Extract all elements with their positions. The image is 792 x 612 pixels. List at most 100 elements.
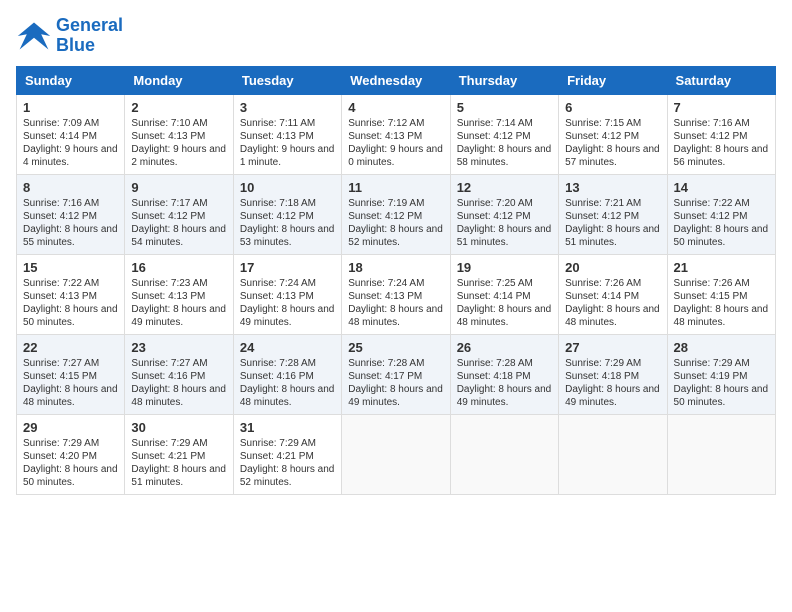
day-info: Sunrise: 7:29 AM xyxy=(240,437,335,450)
day-info: Sunset: 4:18 PM xyxy=(457,370,552,383)
day-info: Daylight: 8 hours and 51 minutes. xyxy=(131,463,226,489)
day-info: Sunrise: 7:27 AM xyxy=(131,357,226,370)
week-row-3: 15Sunrise: 7:22 AMSunset: 4:13 PMDayligh… xyxy=(17,254,776,334)
day-number: 14 xyxy=(674,180,769,195)
day-number: 10 xyxy=(240,180,335,195)
day-info: Daylight: 8 hours and 49 minutes. xyxy=(131,303,226,329)
calendar-header-row: SundayMondayTuesdayWednesdayThursdayFrid… xyxy=(17,66,776,94)
day-info: Sunrise: 7:22 AM xyxy=(23,277,118,290)
day-number: 6 xyxy=(565,100,660,115)
day-info: Sunrise: 7:14 AM xyxy=(457,117,552,130)
day-info: Sunrise: 7:29 AM xyxy=(131,437,226,450)
day-cell-27: 27 Sunrise: 7:29 AMSunset: 4:18 PMDayligh… xyxy=(559,334,667,414)
day-cell-12: 12Sunrise: 7:20 AMSunset: 4:12 PMDayligh… xyxy=(450,174,558,254)
day-info: Sunrise: 7:29 AM xyxy=(674,357,769,370)
day-info: Sunrise: 7:29 AM xyxy=(23,437,118,450)
day-info: Sunrise: 7:28 AM xyxy=(240,357,335,370)
empty-cell xyxy=(342,414,450,494)
day-info: Sunset: 4:15 PM xyxy=(674,290,769,303)
day-cell-19: 19Sunrise: 7:25 AMSunset: 4:14 PMDayligh… xyxy=(450,254,558,334)
day-info: Daylight: 8 hours and 49 minutes. xyxy=(348,383,443,409)
day-number: 29 xyxy=(23,420,118,435)
day-number: 19 xyxy=(457,260,552,275)
day-number: 25 xyxy=(348,340,443,355)
day-cell-21: 21Sunrise: 7:26 AMSunset: 4:15 PMDayligh… xyxy=(667,254,775,334)
day-info: Daylight: 8 hours and 50 minutes. xyxy=(23,463,118,489)
day-info: Daylight: 8 hours and 55 minutes. xyxy=(23,223,118,249)
day-info: Daylight: 8 hours and 52 minutes. xyxy=(240,463,335,489)
logo-text: General Blue xyxy=(56,16,123,56)
logo-icon xyxy=(16,18,52,54)
day-info: Sunset: 4:13 PM xyxy=(348,290,443,303)
day-info: Daylight: 8 hours and 49 minutes. xyxy=(565,383,660,409)
day-info: Sunrise: 7:21 AM xyxy=(565,197,660,210)
day-info: Sunrise: 7:29 AM xyxy=(565,357,660,370)
column-header-sunday: Sunday xyxy=(17,66,125,94)
day-info: Sunset: 4:21 PM xyxy=(131,450,226,463)
day-cell-10: 10Sunrise: 7:18 AMSunset: 4:12 PMDayligh… xyxy=(233,174,341,254)
day-info: Sunrise: 7:28 AM xyxy=(457,357,552,370)
day-number: 2 xyxy=(131,100,226,115)
day-info: Sunrise: 7:20 AM xyxy=(457,197,552,210)
day-info: Daylight: 9 hours and 2 minutes. xyxy=(131,143,226,169)
day-info: Daylight: 8 hours and 48 minutes. xyxy=(565,303,660,329)
day-info: Sunset: 4:14 PM xyxy=(23,130,118,143)
day-info: Sunset: 4:12 PM xyxy=(674,210,769,223)
day-number: 28 xyxy=(674,340,769,355)
day-info: Sunrise: 7:26 AM xyxy=(565,277,660,290)
day-cell-17: 17Sunrise: 7:24 AMSunset: 4:13 PMDayligh… xyxy=(233,254,341,334)
page-header: General Blue xyxy=(16,16,776,56)
day-info: Sunrise: 7:25 AM xyxy=(457,277,552,290)
day-info: Daylight: 8 hours and 54 minutes. xyxy=(131,223,226,249)
day-info: Sunset: 4:12 PM xyxy=(23,210,118,223)
day-info: Sunrise: 7:28 AM xyxy=(348,357,443,370)
day-info: Sunset: 4:14 PM xyxy=(457,290,552,303)
day-number: 11 xyxy=(348,180,443,195)
day-cell-3: 3Sunrise: 7:11 AMSunset: 4:13 PMDaylight… xyxy=(233,94,341,174)
day-info: Sunset: 4:13 PM xyxy=(23,290,118,303)
day-info: Daylight: 8 hours and 57 minutes. xyxy=(565,143,660,169)
week-row-5: 29Sunrise: 7:29 AMSunset: 4:20 PMDayligh… xyxy=(17,414,776,494)
day-info: Sunset: 4:12 PM xyxy=(240,210,335,223)
day-info: Sunrise: 7:23 AM xyxy=(131,277,226,290)
day-info: Sunrise: 7:10 AM xyxy=(131,117,226,130)
day-number: 13 xyxy=(565,180,660,195)
day-number: 24 xyxy=(240,340,335,355)
day-cell-29: 29 Sunrise: 7:29 AMSunset: 4:20 PMDayligh… xyxy=(17,414,125,494)
column-header-friday: Friday xyxy=(559,66,667,94)
week-row-2: 8Sunrise: 7:16 AMSunset: 4:12 PMDaylight… xyxy=(17,174,776,254)
day-info: Daylight: 8 hours and 58 minutes. xyxy=(457,143,552,169)
day-info: Sunrise: 7:17 AM xyxy=(131,197,226,210)
day-cell-13: 13Sunrise: 7:21 AMSunset: 4:12 PMDayligh… xyxy=(559,174,667,254)
day-info: Daylight: 8 hours and 51 minutes. xyxy=(457,223,552,249)
day-cell-23: 23Sunrise: 7:27 AMSunset: 4:16 PMDayligh… xyxy=(125,334,233,414)
day-cell-24: 24Sunrise: 7:28 AMSunset: 4:16 PMDayligh… xyxy=(233,334,341,414)
day-info: Daylight: 8 hours and 48 minutes. xyxy=(674,303,769,329)
day-info: Sunset: 4:12 PM xyxy=(565,130,660,143)
week-row-4: 22Sunrise: 7:27 AMSunset: 4:15 PMDayligh… xyxy=(17,334,776,414)
day-cell-9: 9Sunrise: 7:17 AMSunset: 4:12 PMDaylight… xyxy=(125,174,233,254)
day-cell-15: 15Sunrise: 7:22 AMSunset: 4:13 PMDayligh… xyxy=(17,254,125,334)
day-info: Sunset: 4:17 PM xyxy=(348,370,443,383)
day-cell-1: 1Sunrise: 7:09 AMSunset: 4:14 PMDaylight… xyxy=(17,94,125,174)
day-cell-16: 16Sunrise: 7:23 AMSunset: 4:13 PMDayligh… xyxy=(125,254,233,334)
day-info: Daylight: 8 hours and 49 minutes. xyxy=(457,383,552,409)
day-number: 12 xyxy=(457,180,552,195)
column-header-wednesday: Wednesday xyxy=(342,66,450,94)
day-cell-22: 22Sunrise: 7:27 AMSunset: 4:15 PMDayligh… xyxy=(17,334,125,414)
day-number: 27 xyxy=(565,340,660,355)
day-info: Sunset: 4:12 PM xyxy=(457,130,552,143)
day-number: 20 xyxy=(565,260,660,275)
day-number: 4 xyxy=(348,100,443,115)
day-number: 26 xyxy=(457,340,552,355)
day-info: Sunset: 4:20 PM xyxy=(23,450,118,463)
day-cell-8: 8Sunrise: 7:16 AMSunset: 4:12 PMDaylight… xyxy=(17,174,125,254)
day-info: Sunrise: 7:24 AM xyxy=(348,277,443,290)
day-info: Sunrise: 7:24 AM xyxy=(240,277,335,290)
day-info: Daylight: 8 hours and 48 minutes. xyxy=(240,383,335,409)
day-info: Sunrise: 7:15 AM xyxy=(565,117,660,130)
day-info: Sunset: 4:18 PM xyxy=(565,370,660,383)
day-info: Daylight: 9 hours and 1 minute. xyxy=(240,143,335,169)
day-cell-20: 20Sunrise: 7:26 AMSunset: 4:14 PMDayligh… xyxy=(559,254,667,334)
day-info: Sunrise: 7:19 AM xyxy=(348,197,443,210)
